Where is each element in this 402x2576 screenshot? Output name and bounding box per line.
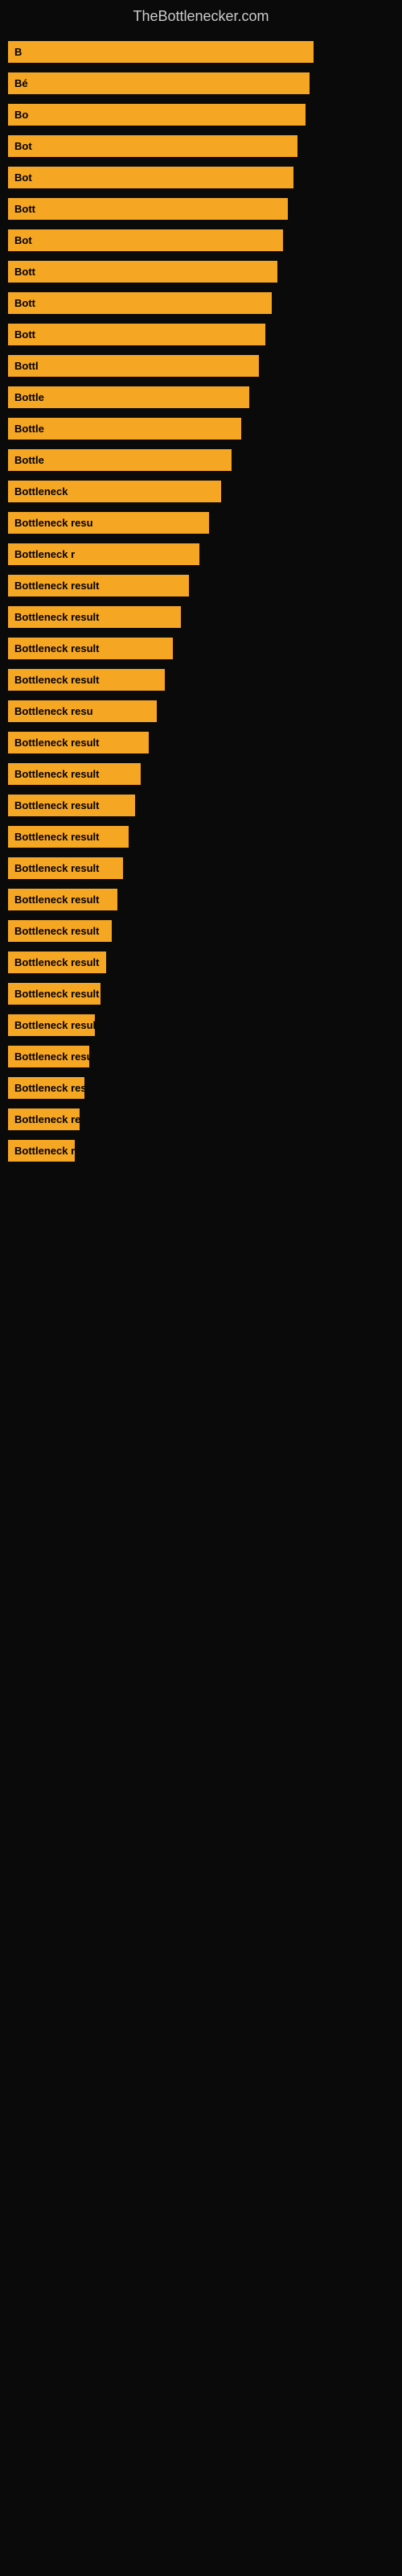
list-item: Bottleneck result — [8, 795, 394, 816]
bottleneck-label: Bottleneck resu — [8, 700, 157, 722]
bottleneck-label: Bott — [8, 261, 277, 283]
bottleneck-label: Bé — [8, 72, 310, 94]
bottleneck-label: Bottleneck r — [8, 543, 199, 565]
list-item: Bott — [8, 292, 394, 314]
list-item: Bottleneck result — [8, 857, 394, 879]
list-item: Bottleneck result — [8, 983, 394, 1005]
bottleneck-label: Bot — [8, 167, 293, 188]
list-item: Bottleneck result — [8, 920, 394, 942]
list-item: B — [8, 41, 394, 63]
list-item: Bottleneck resu — [8, 700, 394, 722]
list-item: Bott — [8, 261, 394, 283]
list-item: Bottleneck result — [8, 732, 394, 753]
bottleneck-label: Bottleneck result — [8, 1140, 75, 1162]
site-title: TheBottlenecker.com — [0, 0, 402, 41]
bottleneck-label: Bottleneck — [8, 481, 221, 502]
items-container: B Bé Bo Bot Bot Bott Bot Bott Bott Bott Bottl Bottl… — [0, 41, 402, 1171]
list-item: Bottleneck — [8, 481, 394, 502]
bottleneck-label: Bottleneck result — [8, 1014, 95, 1036]
bottleneck-label: Bottleneck result — [8, 952, 106, 973]
list-item: Bottleneck r — [8, 543, 394, 565]
bottleneck-label: Bott — [8, 198, 288, 220]
bottleneck-label: Bottleneck result — [8, 763, 141, 785]
bottleneck-label: Bottleneck result — [8, 795, 135, 816]
bottleneck-label: Bo — [8, 104, 306, 126]
bottleneck-label: Bottleneck result — [8, 826, 129, 848]
bottleneck-label: Bottle — [8, 418, 241, 440]
bottleneck-label: Bot — [8, 135, 297, 157]
list-item: Bot — [8, 135, 394, 157]
list-item: Bottleneck result — [8, 1140, 394, 1162]
list-item: Bo — [8, 104, 394, 126]
bottleneck-label: Bottleneck result — [8, 669, 165, 691]
list-item: Bottleneck result — [8, 669, 394, 691]
bottleneck-label: Bottl — [8, 355, 259, 377]
list-item: Bottl — [8, 355, 394, 377]
list-item: Bot — [8, 229, 394, 251]
bottleneck-label: Bottleneck result — [8, 606, 181, 628]
list-item: Bottleneck result — [8, 575, 394, 597]
bottleneck-label: Bottleneck result — [8, 1046, 89, 1067]
list-item: Bottle — [8, 449, 394, 471]
bottleneck-label: Bottleneck result — [8, 732, 149, 753]
bottleneck-label: B — [8, 41, 314, 63]
list-item: Bottleneck result — [8, 826, 394, 848]
bottleneck-label: Bottleneck result — [8, 1108, 80, 1130]
list-item: Bottle — [8, 386, 394, 408]
list-item: Bottleneck result — [8, 1046, 394, 1067]
bottleneck-label: Bottleneck result — [8, 983, 100, 1005]
list-item: Bottleneck result — [8, 1014, 394, 1036]
list-item: Bottleneck result — [8, 606, 394, 628]
bottleneck-label: Bottleneck result — [8, 889, 117, 910]
list-item: Bottleneck resu — [8, 512, 394, 534]
bottleneck-label: Bottle — [8, 386, 249, 408]
bottleneck-label: Bottleneck result — [8, 857, 123, 879]
bottleneck-label: Bottleneck result — [8, 1077, 84, 1099]
bottleneck-label: Bottleneck result — [8, 920, 112, 942]
bottleneck-label: Bottle — [8, 449, 232, 471]
list-item: Bottleneck result — [8, 763, 394, 785]
bottleneck-label: Bottleneck resu — [8, 512, 209, 534]
list-item: Bottleneck result — [8, 1108, 394, 1130]
list-item: Bottle — [8, 418, 394, 440]
list-item: Bottleneck result — [8, 638, 394, 659]
bottleneck-label: Bott — [8, 292, 272, 314]
bottleneck-label: Bottleneck result — [8, 575, 189, 597]
list-item: Bott — [8, 324, 394, 345]
list-item: Bottleneck result — [8, 1077, 394, 1099]
bottleneck-label: Bottleneck result — [8, 638, 173, 659]
list-item: Bottleneck result — [8, 952, 394, 973]
list-item: Bott — [8, 198, 394, 220]
bottleneck-label: Bot — [8, 229, 283, 251]
list-item: Bottleneck result — [8, 889, 394, 910]
list-item: Bot — [8, 167, 394, 188]
list-item: Bé — [8, 72, 394, 94]
bottleneck-label: Bott — [8, 324, 265, 345]
